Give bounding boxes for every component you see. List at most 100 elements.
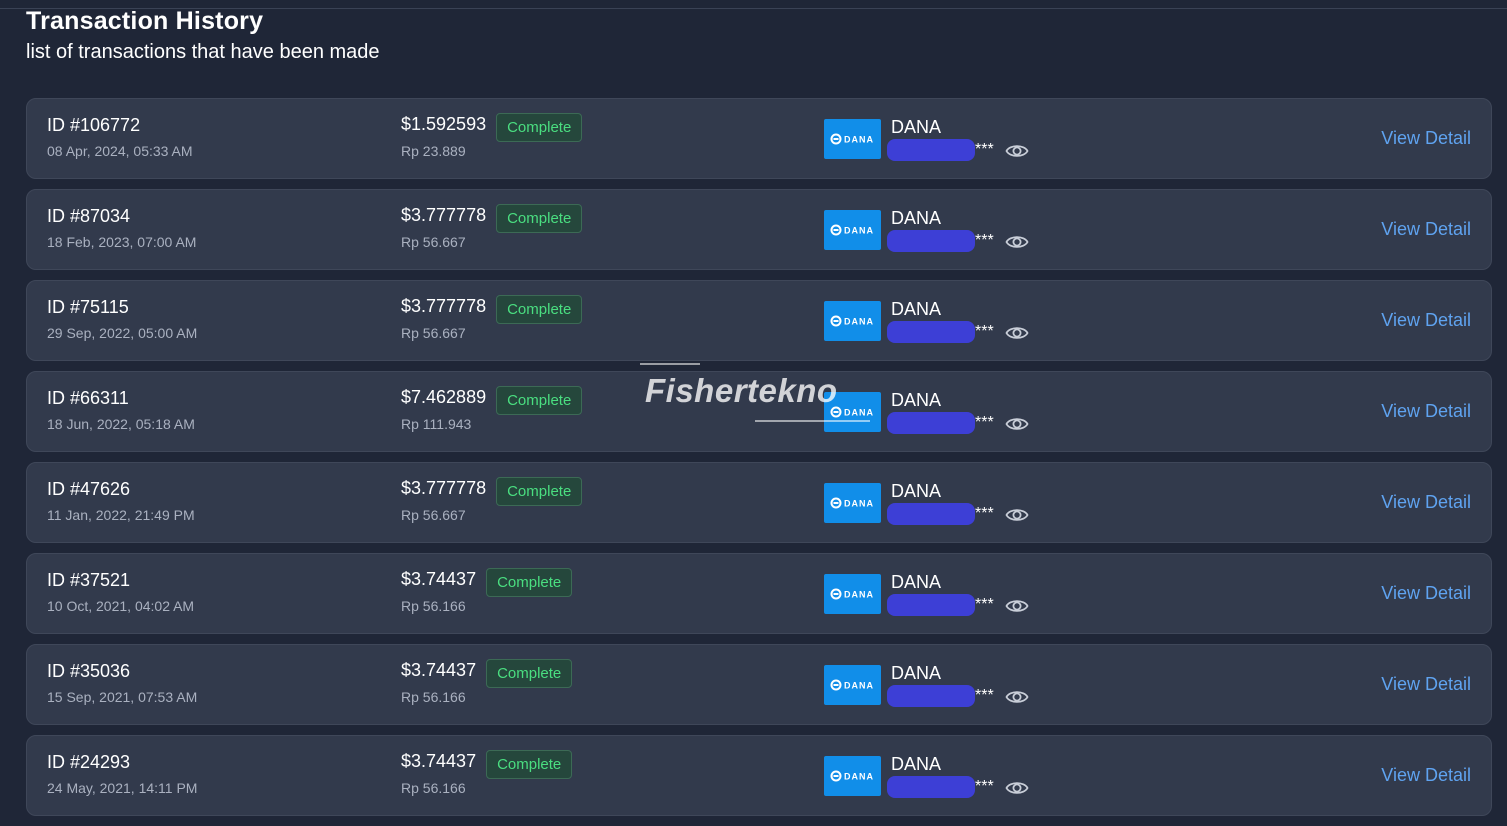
transaction-id: ID #87034 xyxy=(47,206,131,226)
page-subtitle: list of transactions that have been made xyxy=(26,41,380,63)
dana-logo-icon: DANA xyxy=(824,301,881,341)
transaction-id: ID #47626 xyxy=(47,479,131,499)
status-badge: Complete xyxy=(486,568,573,597)
eye-icon[interactable] xyxy=(1005,595,1029,617)
transaction-row[interactable]: ID #24293 24 May, 2021, 14:11 PM $3.7443… xyxy=(26,735,1492,816)
transaction-amount-idr: Rp 56.166 xyxy=(401,780,466,796)
eye-icon[interactable] xyxy=(1005,686,1029,708)
transaction-amount-idr: Rp 56.667 xyxy=(401,325,466,341)
page-header: Transaction History list of transactions… xyxy=(26,6,380,64)
transaction-row[interactable]: ID #37521 10 Oct, 2021, 04:02 AM $3.7443… xyxy=(26,553,1492,634)
svg-text:DANA: DANA xyxy=(844,590,874,600)
eye-icon[interactable] xyxy=(1005,504,1029,526)
transaction-amount-usd: $7.462889 xyxy=(401,387,487,407)
view-detail-link[interactable]: View Detail xyxy=(1381,127,1471,149)
redacted-account-number xyxy=(887,321,975,343)
transaction-row[interactable]: ID #47626 11 Jan, 2022, 21:49 PM $3.7777… xyxy=(26,462,1492,543)
amount-group: $1.592593 Complete xyxy=(401,113,583,142)
redacted-account-number xyxy=(887,230,975,252)
account-mask: *** xyxy=(975,596,994,613)
svg-text:DANA: DANA xyxy=(844,135,874,145)
dana-logo-icon: DANA xyxy=(824,574,881,614)
transaction-row[interactable]: ID #35036 15 Sep, 2021, 07:53 AM $3.7443… xyxy=(26,644,1492,725)
transaction-amount-idr: Rp 56.166 xyxy=(401,689,466,705)
status-badge: Complete xyxy=(496,204,583,233)
transaction-row[interactable]: ID #66311 18 Jun, 2022, 05:18 AM $7.4628… xyxy=(26,371,1492,452)
dana-logo-icon: DANA xyxy=(824,665,881,705)
wallet-name: DANA xyxy=(891,663,942,683)
transaction-amount-usd: $1.592593 xyxy=(401,114,487,134)
dana-logo-icon: DANA xyxy=(824,210,881,250)
transaction-row[interactable]: ID #106772 08 Apr, 2024, 05:33 AM $1.592… xyxy=(26,98,1492,179)
svg-text:DANA: DANA xyxy=(844,681,874,691)
transaction-id: ID #24293 xyxy=(47,752,131,772)
transaction-row[interactable]: ID #75115 29 Sep, 2022, 05:00 AM $3.7777… xyxy=(26,280,1492,361)
amount-group: $3.777778 Complete xyxy=(401,204,583,233)
amount-group: $3.74437 Complete xyxy=(401,568,573,597)
transaction-date: 10 Oct, 2021, 04:02 AM xyxy=(47,598,195,614)
watermark-line xyxy=(640,363,700,365)
account-mask: *** xyxy=(975,687,994,704)
view-detail-link[interactable]: View Detail xyxy=(1381,673,1471,695)
view-detail-link[interactable]: View Detail xyxy=(1381,491,1471,513)
view-detail-link[interactable]: View Detail xyxy=(1381,309,1471,331)
amount-group: $3.777778 Complete xyxy=(401,295,583,324)
wallet-name: DANA xyxy=(891,390,942,410)
wallet-name: DANA xyxy=(891,299,942,319)
transaction-amount-idr: Rp 23.889 xyxy=(401,143,466,159)
amount-group: $3.777778 Complete xyxy=(401,477,583,506)
dana-logo-icon: DANA xyxy=(824,119,881,159)
transaction-amount-usd: $3.777778 xyxy=(401,205,487,225)
svg-text:DANA: DANA xyxy=(844,499,874,509)
wallet-name: DANA xyxy=(891,117,942,137)
svg-text:DANA: DANA xyxy=(844,772,874,782)
eye-icon[interactable] xyxy=(1005,231,1029,253)
transaction-date: 29 Sep, 2022, 05:00 AM xyxy=(47,325,198,341)
transaction-amount-idr: Rp 56.166 xyxy=(401,598,466,614)
account-mask: *** xyxy=(975,232,994,249)
view-detail-link[interactable]: View Detail xyxy=(1381,400,1471,422)
wallet-name: DANA xyxy=(891,481,942,501)
eye-icon[interactable] xyxy=(1005,777,1029,799)
transaction-date: 15 Sep, 2021, 07:53 AM xyxy=(47,689,198,705)
transaction-amount-usd: $3.74437 xyxy=(401,751,477,771)
wallet-name: DANA xyxy=(891,208,942,228)
eye-icon[interactable] xyxy=(1005,413,1029,435)
amount-group: $7.462889 Complete xyxy=(401,386,583,415)
transaction-amount-usd: $3.777778 xyxy=(401,478,487,498)
account-mask: *** xyxy=(975,778,994,795)
amount-group: $3.74437 Complete xyxy=(401,659,573,688)
account-mask: *** xyxy=(975,414,994,431)
watermark-line xyxy=(755,420,870,422)
redacted-account-number xyxy=(887,776,975,798)
transaction-id: ID #106772 xyxy=(47,115,141,135)
transaction-row[interactable]: ID #87034 18 Feb, 2023, 07:00 AM $3.7777… xyxy=(26,189,1492,270)
redacted-account-number xyxy=(887,685,975,707)
account-mask: *** xyxy=(975,141,994,158)
dana-logo-icon: DANA xyxy=(824,756,881,796)
account-mask: *** xyxy=(975,323,994,340)
status-badge: Complete xyxy=(496,295,583,324)
eye-icon[interactable] xyxy=(1005,322,1029,344)
page-title: Transaction History xyxy=(26,7,264,35)
view-detail-link[interactable]: View Detail xyxy=(1381,764,1471,786)
view-detail-link[interactable]: View Detail xyxy=(1381,218,1471,240)
view-detail-link[interactable]: View Detail xyxy=(1381,582,1471,604)
wallet-name: DANA xyxy=(891,754,942,774)
status-badge: Complete xyxy=(496,477,583,506)
transaction-date: 18 Jun, 2022, 05:18 AM xyxy=(47,416,195,432)
transaction-date: 08 Apr, 2024, 05:33 AM xyxy=(47,143,193,159)
svg-text:DANA: DANA xyxy=(844,226,874,236)
status-badge: Complete xyxy=(496,113,583,142)
eye-icon[interactable] xyxy=(1005,140,1029,162)
transaction-amount-idr: Rp 56.667 xyxy=(401,507,466,523)
svg-text:DANA: DANA xyxy=(844,408,874,418)
transaction-id: ID #66311 xyxy=(47,388,129,408)
status-badge: Complete xyxy=(496,386,583,415)
redacted-account-number xyxy=(887,139,975,161)
transaction-date: 11 Jan, 2022, 21:49 PM xyxy=(47,507,195,523)
transaction-id: ID #37521 xyxy=(47,570,131,590)
transaction-amount-idr: Rp 56.667 xyxy=(401,234,466,250)
redacted-account-number xyxy=(887,412,975,434)
transaction-amount-usd: $3.777778 xyxy=(401,296,487,316)
